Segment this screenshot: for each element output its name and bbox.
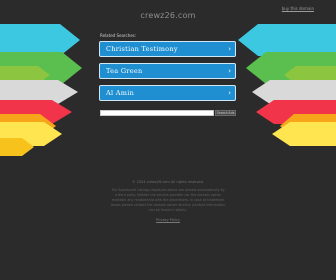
parked-domain-page: crewz26.com buy this domain Related Sear…	[0, 0, 336, 280]
privacy-policy-link[interactable]: Privacy Policy	[0, 218, 336, 222]
disclaimer-text: The Sponsored Listings displayed above a…	[110, 188, 226, 212]
related-link-label: Christian Testimony	[106, 45, 178, 53]
right-arrows	[238, 24, 336, 146]
domain-title: crewz26.com	[140, 11, 196, 20]
chevron-right-icon: ›	[228, 89, 231, 97]
buy-domain-link[interactable]: buy this domain	[282, 6, 314, 11]
related-link-tea-green[interactable]: Tea Green ›	[99, 63, 236, 79]
chevron-right-icon: ›	[228, 67, 231, 75]
related-link-christian-testimony[interactable]: Christian Testimony ›	[99, 41, 236, 57]
related-link-al-amin[interactable]: Al Amin ›	[99, 85, 236, 101]
left-arrows	[0, 24, 82, 156]
left-arrow-cyan	[0, 24, 80, 56]
search-input[interactable]	[100, 110, 214, 116]
right-arrow-cyan	[238, 24, 336, 56]
related-searches-label: Related Searches:	[100, 33, 137, 38]
related-link-label: Tea Green	[106, 67, 143, 75]
related-link-label: Al Amin	[106, 89, 135, 97]
search-bar: Search Ads	[100, 110, 236, 117]
copyright-text: © 2024 crewz26.com All rights reserved.	[131, 180, 205, 184]
chevron-right-icon: ›	[228, 45, 231, 53]
search-button[interactable]: Search Ads	[215, 110, 236, 116]
